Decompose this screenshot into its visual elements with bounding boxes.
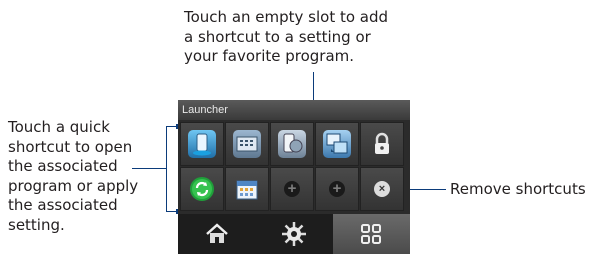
shortcut-slot[interactable] [225, 122, 269, 166]
media-settings-icon [278, 130, 306, 158]
shortcut-grid: + + × [180, 122, 410, 212]
settings-gear-icon [281, 222, 306, 246]
refresh-sync-icon [188, 175, 216, 203]
windows-sync-icon [323, 130, 351, 158]
callout-line: program or apply [8, 176, 139, 195]
launcher-screen: Launcher + + × [178, 100, 410, 254]
callout-line: setting. [8, 215, 65, 234]
callout-line: your favorite program. [184, 47, 355, 65]
shortcut-slot[interactable] [315, 122, 359, 166]
callout-line: shortcut to open [8, 137, 133, 156]
shortcut-row: + + × [180, 167, 410, 212]
shortcut-slot[interactable] [270, 122, 314, 166]
top-callout-text: Touch an empty slot to add a shortcut to… [184, 8, 444, 67]
tab-home[interactable] [178, 214, 255, 254]
shortcut-slot[interactable] [180, 122, 224, 166]
left-callout-text: Touch a quick shortcut to open the assoc… [8, 118, 158, 235]
remove-shortcut-slot[interactable]: × [360, 167, 404, 211]
tab-launcher[interactable] [332, 214, 410, 254]
launcher-grid-icon [361, 224, 382, 244]
keyboard-settings-icon [233, 130, 261, 158]
shortcut-row [180, 122, 410, 167]
callout-line: the associated [8, 157, 118, 175]
phone-signal-icon [188, 130, 216, 158]
right-callout-text: Remove shortcuts [450, 180, 586, 198]
empty-slot[interactable]: + [270, 167, 314, 211]
launcher-title-bar: Launcher [178, 100, 410, 120]
left-leader-line [132, 168, 166, 169]
shortcut-slot[interactable] [225, 167, 269, 211]
empty-slot[interactable]: + [315, 167, 359, 211]
left-bracket-vertical [166, 126, 167, 212]
callout-line: Touch a quick [8, 118, 110, 136]
callout-line: a shortcut to a setting or [184, 27, 371, 46]
callout-line: Touch an empty slot to add [184, 8, 389, 26]
add-icon: + [329, 181, 345, 197]
add-icon: + [284, 181, 300, 197]
shortcut-slot[interactable] [360, 122, 404, 166]
calendar-icon [233, 175, 261, 203]
lock-icon [368, 130, 396, 158]
remove-icon[interactable]: × [374, 181, 390, 197]
shortcut-slot[interactable] [180, 167, 224, 211]
tab-settings[interactable] [255, 214, 332, 254]
home-icon [205, 223, 228, 243]
bottom-tab-bar [178, 214, 410, 254]
callout-line: the associated [8, 196, 118, 214]
